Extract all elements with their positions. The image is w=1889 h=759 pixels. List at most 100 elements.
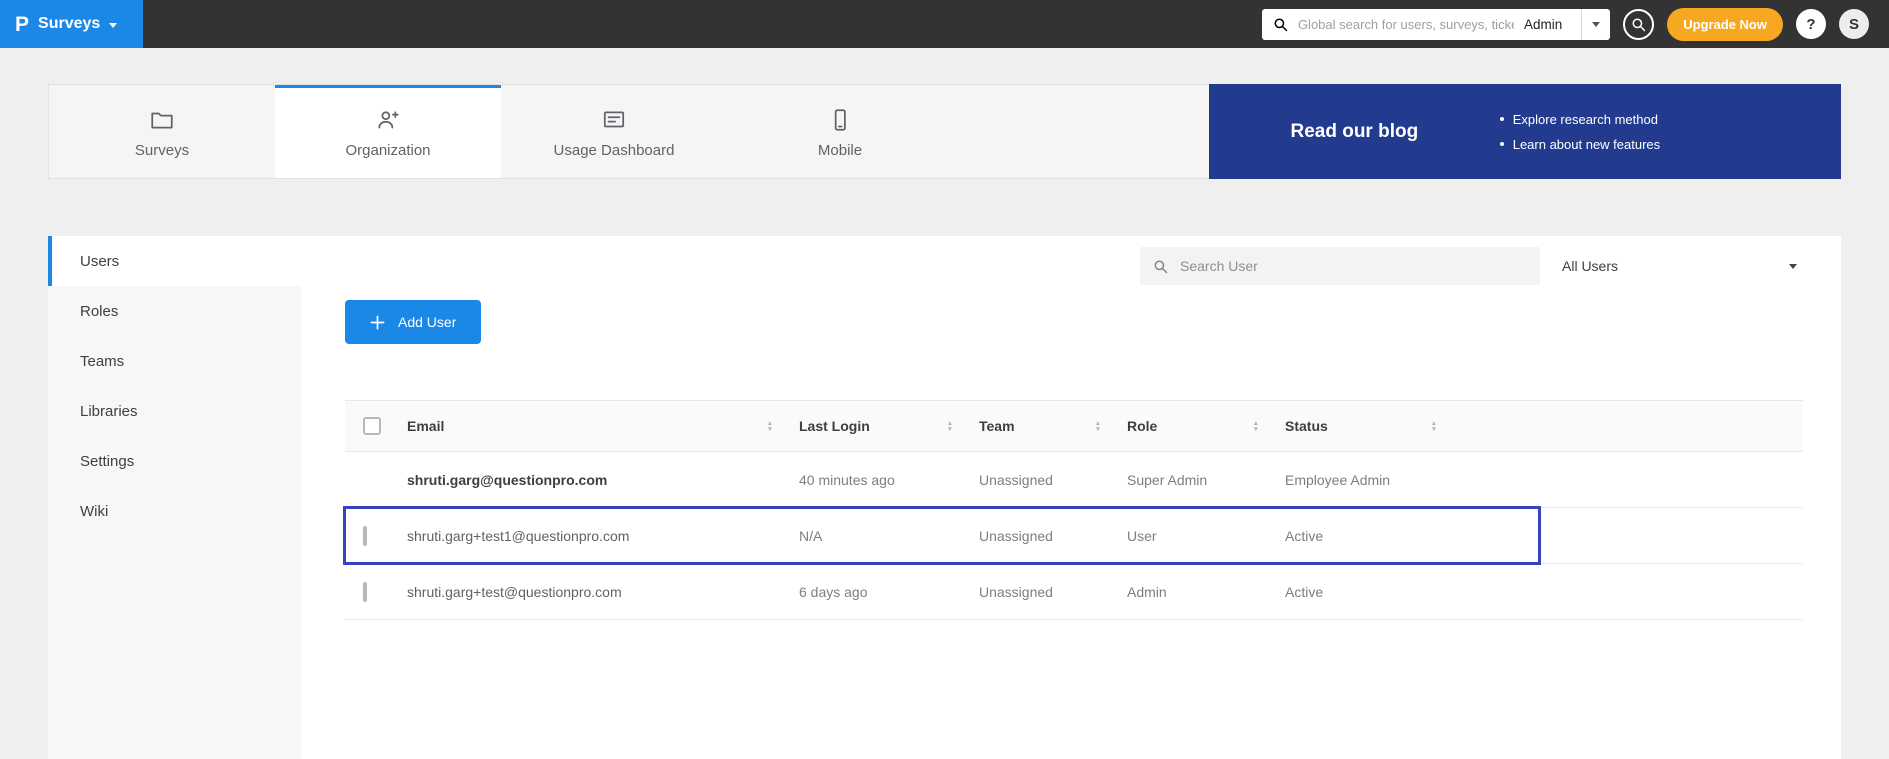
user-last-login: 40 minutes ago <box>799 472 979 488</box>
product-name: Surveys <box>38 15 100 33</box>
header-status[interactable]: Status ▲▼ <box>1285 401 1463 451</box>
blog-banner[interactable]: Read our blog Explore research method Le… <box>1209 84 1841 179</box>
sort-icon[interactable]: ▲▼ <box>1431 421 1437 432</box>
user-last-login: 6 days ago <box>799 584 979 600</box>
global-search-input[interactable] <box>1296 16 1516 33</box>
blog-bullet-text: Explore research method <box>1513 112 1658 127</box>
tab-surveys[interactable]: Surveys <box>49 85 275 178</box>
topbar-actions: Admin Upgrade Now ? S <box>1262 8 1889 41</box>
user-filter-dropdown[interactable]: All Users <box>1558 258 1803 274</box>
user-team: Unassigned <box>979 528 1127 544</box>
users-content: All Users Add User Email ▲▼ Last Login ▲… <box>301 236 1841 759</box>
select-all-checkbox[interactable] <box>363 417 381 435</box>
table-row-selected[interactable]: shruti.garg+test1@questionpro.com N/A Un… <box>345 508 1803 564</box>
search-scope-dropdown[interactable] <box>1581 9 1610 40</box>
add-user-button[interactable]: Add User <box>345 300 481 344</box>
blog-bullet: Learn about new features <box>1500 137 1660 152</box>
row-checkbox[interactable] <box>363 582 367 602</box>
organization-sidebar: Users Roles Teams Libraries Settings Wik… <box>48 236 301 759</box>
sidebar-item-roles[interactable]: Roles <box>48 286 301 336</box>
sort-icon[interactable]: ▲▼ <box>1253 421 1259 432</box>
upgrade-now-button[interactable]: Upgrade Now <box>1667 8 1783 41</box>
chevron-down-icon <box>109 23 117 28</box>
sidebar-item-label: Teams <box>80 353 124 370</box>
help-button[interactable]: ? <box>1796 9 1826 39</box>
user-filter-value: All Users <box>1562 258 1618 274</box>
tab-label: Organization <box>345 142 430 159</box>
sort-icon[interactable]: ▲▼ <box>767 421 773 432</box>
search-icon <box>1153 259 1168 274</box>
user-email: shruti.garg@questionpro.com <box>407 472 799 488</box>
header-last-login[interactable]: Last Login ▲▼ <box>799 401 979 451</box>
sidebar-item-settings[interactable]: Settings <box>48 436 301 486</box>
sidebar-item-label: Users <box>80 253 119 270</box>
search-icon <box>1273 17 1288 32</box>
sidebar-item-wiki[interactable]: Wiki <box>48 486 301 536</box>
header-email[interactable]: Email ▲▼ <box>407 401 799 451</box>
tab-mobile[interactable]: Mobile <box>727 85 953 178</box>
row-checkbox[interactable] <box>363 526 367 546</box>
header-label: Last Login <box>799 418 870 434</box>
tab-label: Usage Dashboard <box>554 142 675 159</box>
sort-icon[interactable]: ▲▼ <box>1095 421 1101 432</box>
add-user-label: Add User <box>398 314 456 330</box>
table-header-row: Email ▲▼ Last Login ▲▼ Team ▲▼ Role ▲▼ S… <box>345 400 1803 452</box>
mobile-icon <box>827 107 853 133</box>
table-row[interactable]: shruti.garg+test@questionpro.com 6 days … <box>345 564 1803 620</box>
bullet-icon <box>1500 117 1504 121</box>
question-mark-icon: ? <box>1806 16 1815 33</box>
sidebar-item-label: Roles <box>80 303 118 320</box>
blog-bullet: Explore research method <box>1500 112 1660 127</box>
sidebar-item-label: Libraries <box>80 403 138 420</box>
blog-title: Read our blog <box>1209 121 1500 143</box>
user-search-input[interactable] <box>1178 257 1527 275</box>
tab-organization[interactable]: Organization <box>275 85 501 178</box>
blog-bullet-text: Learn about new features <box>1513 137 1660 152</box>
sidebar-item-label: Settings <box>80 453 134 470</box>
user-search <box>1140 247 1540 285</box>
global-search: Admin <box>1262 9 1610 40</box>
user-team: Unassigned <box>979 472 1127 488</box>
add-person-icon <box>375 107 401 133</box>
user-team: Unassigned <box>979 584 1127 600</box>
user-email: shruti.garg+test@questionpro.com <box>407 584 799 600</box>
header-team[interactable]: Team ▲▼ <box>979 401 1127 451</box>
table-row[interactable]: shruti.garg@questionpro.com 40 minutes a… <box>345 452 1803 508</box>
user-role: User <box>1127 528 1285 544</box>
users-toolbar: All Users <box>345 247 1803 285</box>
avatar-initial: S <box>1849 16 1859 33</box>
user-role: Super Admin <box>1127 472 1285 488</box>
users-table: Email ▲▼ Last Login ▲▼ Team ▲▼ Role ▲▼ S… <box>345 400 1803 620</box>
blog-list: Explore research method Learn about new … <box>1500 112 1660 152</box>
search-submit-button[interactable] <box>1623 9 1654 40</box>
sort-icon[interactable]: ▲▼ <box>947 421 953 432</box>
questionpro-logo: P <box>15 14 29 35</box>
folder-icon <box>149 107 175 133</box>
bullet-icon <box>1500 142 1504 146</box>
user-role: Admin <box>1127 584 1285 600</box>
sidebar-item-users[interactable]: Users <box>48 236 301 286</box>
sidebar-item-teams[interactable]: Teams <box>48 336 301 386</box>
plus-icon <box>370 315 385 330</box>
sidebar-item-libraries[interactable]: Libraries <box>48 386 301 436</box>
header-label: Status <box>1285 418 1328 434</box>
product-switcher[interactable]: P Surveys <box>0 0 143 48</box>
user-status: Active <box>1285 584 1463 600</box>
header-role[interactable]: Role ▲▼ <box>1127 401 1285 451</box>
organization-panel: Users Roles Teams Libraries Settings Wik… <box>48 236 1841 759</box>
chevron-down-icon <box>1789 264 1797 269</box>
user-status: Employee Admin <box>1285 472 1463 488</box>
avatar[interactable]: S <box>1839 9 1869 39</box>
search-scope-label: Admin <box>1524 17 1570 32</box>
tab-label: Surveys <box>135 142 189 159</box>
user-last-login: N/A <box>799 528 979 544</box>
tab-usage-dashboard[interactable]: Usage Dashboard <box>501 85 727 178</box>
module-tabs: Surveys Organization Usage Dashboard Mob… <box>48 84 1841 179</box>
user-status: Active <box>1285 528 1463 544</box>
tab-label: Mobile <box>818 142 862 159</box>
dashboard-icon <box>601 107 627 133</box>
chevron-down-icon <box>1592 22 1600 27</box>
top-bar: P Surveys Admin Upgrade Now ? S <box>0 0 1889 48</box>
header-label: Team <box>979 418 1015 434</box>
header-label: Email <box>407 418 444 434</box>
